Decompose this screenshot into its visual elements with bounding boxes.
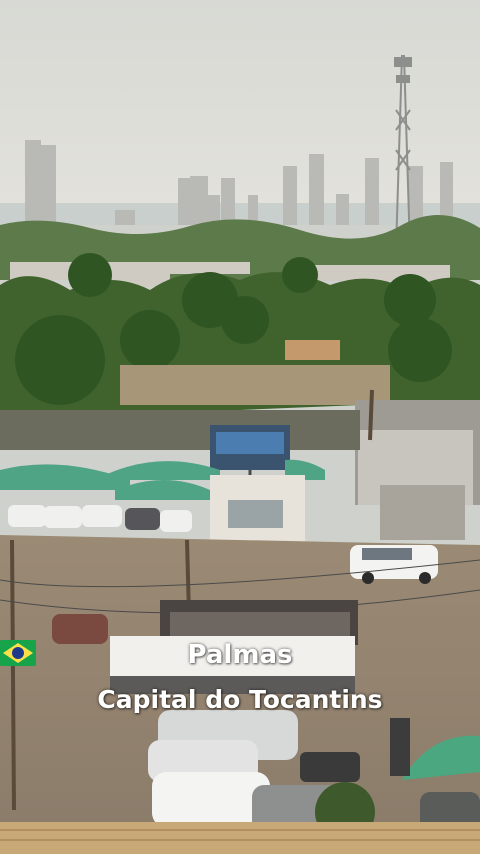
fenced-yard (380, 485, 465, 540)
boundary-wall (0, 410, 360, 450)
city-scene (0, 0, 480, 854)
small-shed (285, 340, 340, 360)
parked-cars (8, 505, 192, 532)
dark-sign (390, 718, 410, 776)
caption-subtitle: Capital do Tocantins (97, 685, 383, 714)
brazil-flag-icon (0, 640, 36, 666)
video-frame: Palmas Capital do Tocantins (0, 0, 480, 854)
caption-city: Palmas (187, 640, 293, 670)
foreground-roof (0, 822, 480, 854)
caption-title: Palmas (0, 640, 480, 670)
dirt-lot (120, 365, 390, 405)
